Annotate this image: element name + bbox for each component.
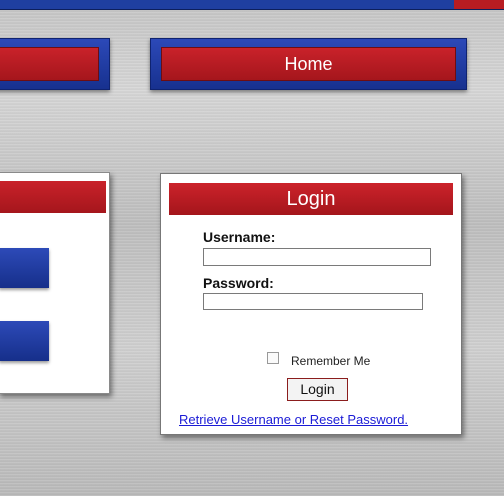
login-panel: Login Username: Password: Remember Me Lo… bbox=[160, 173, 462, 435]
password-input[interactable] bbox=[203, 293, 423, 310]
nav-button-home-label: Home bbox=[161, 47, 456, 81]
remember-me-checkbox[interactable] bbox=[267, 352, 279, 364]
side-panel bbox=[0, 172, 110, 394]
username-input[interactable] bbox=[203, 248, 431, 266]
side-panel-header bbox=[0, 181, 106, 213]
remember-me-label: Remember Me bbox=[291, 354, 371, 368]
side-button[interactable] bbox=[0, 248, 49, 288]
nav-button-partial-label bbox=[0, 47, 99, 81]
nav-button-partial[interactable] bbox=[0, 38, 110, 90]
side-button[interactable] bbox=[0, 321, 49, 361]
login-button[interactable]: Login bbox=[287, 378, 348, 401]
password-label: Password: bbox=[203, 275, 274, 291]
username-label: Username: bbox=[203, 229, 276, 245]
top-bar bbox=[0, 0, 504, 10]
nav-button-home[interactable]: Home bbox=[150, 38, 467, 90]
reset-password-link[interactable]: Retrieve Username or Reset Password. bbox=[179, 412, 408, 427]
login-title: Login bbox=[169, 183, 453, 215]
top-bar-accent bbox=[454, 0, 504, 9]
